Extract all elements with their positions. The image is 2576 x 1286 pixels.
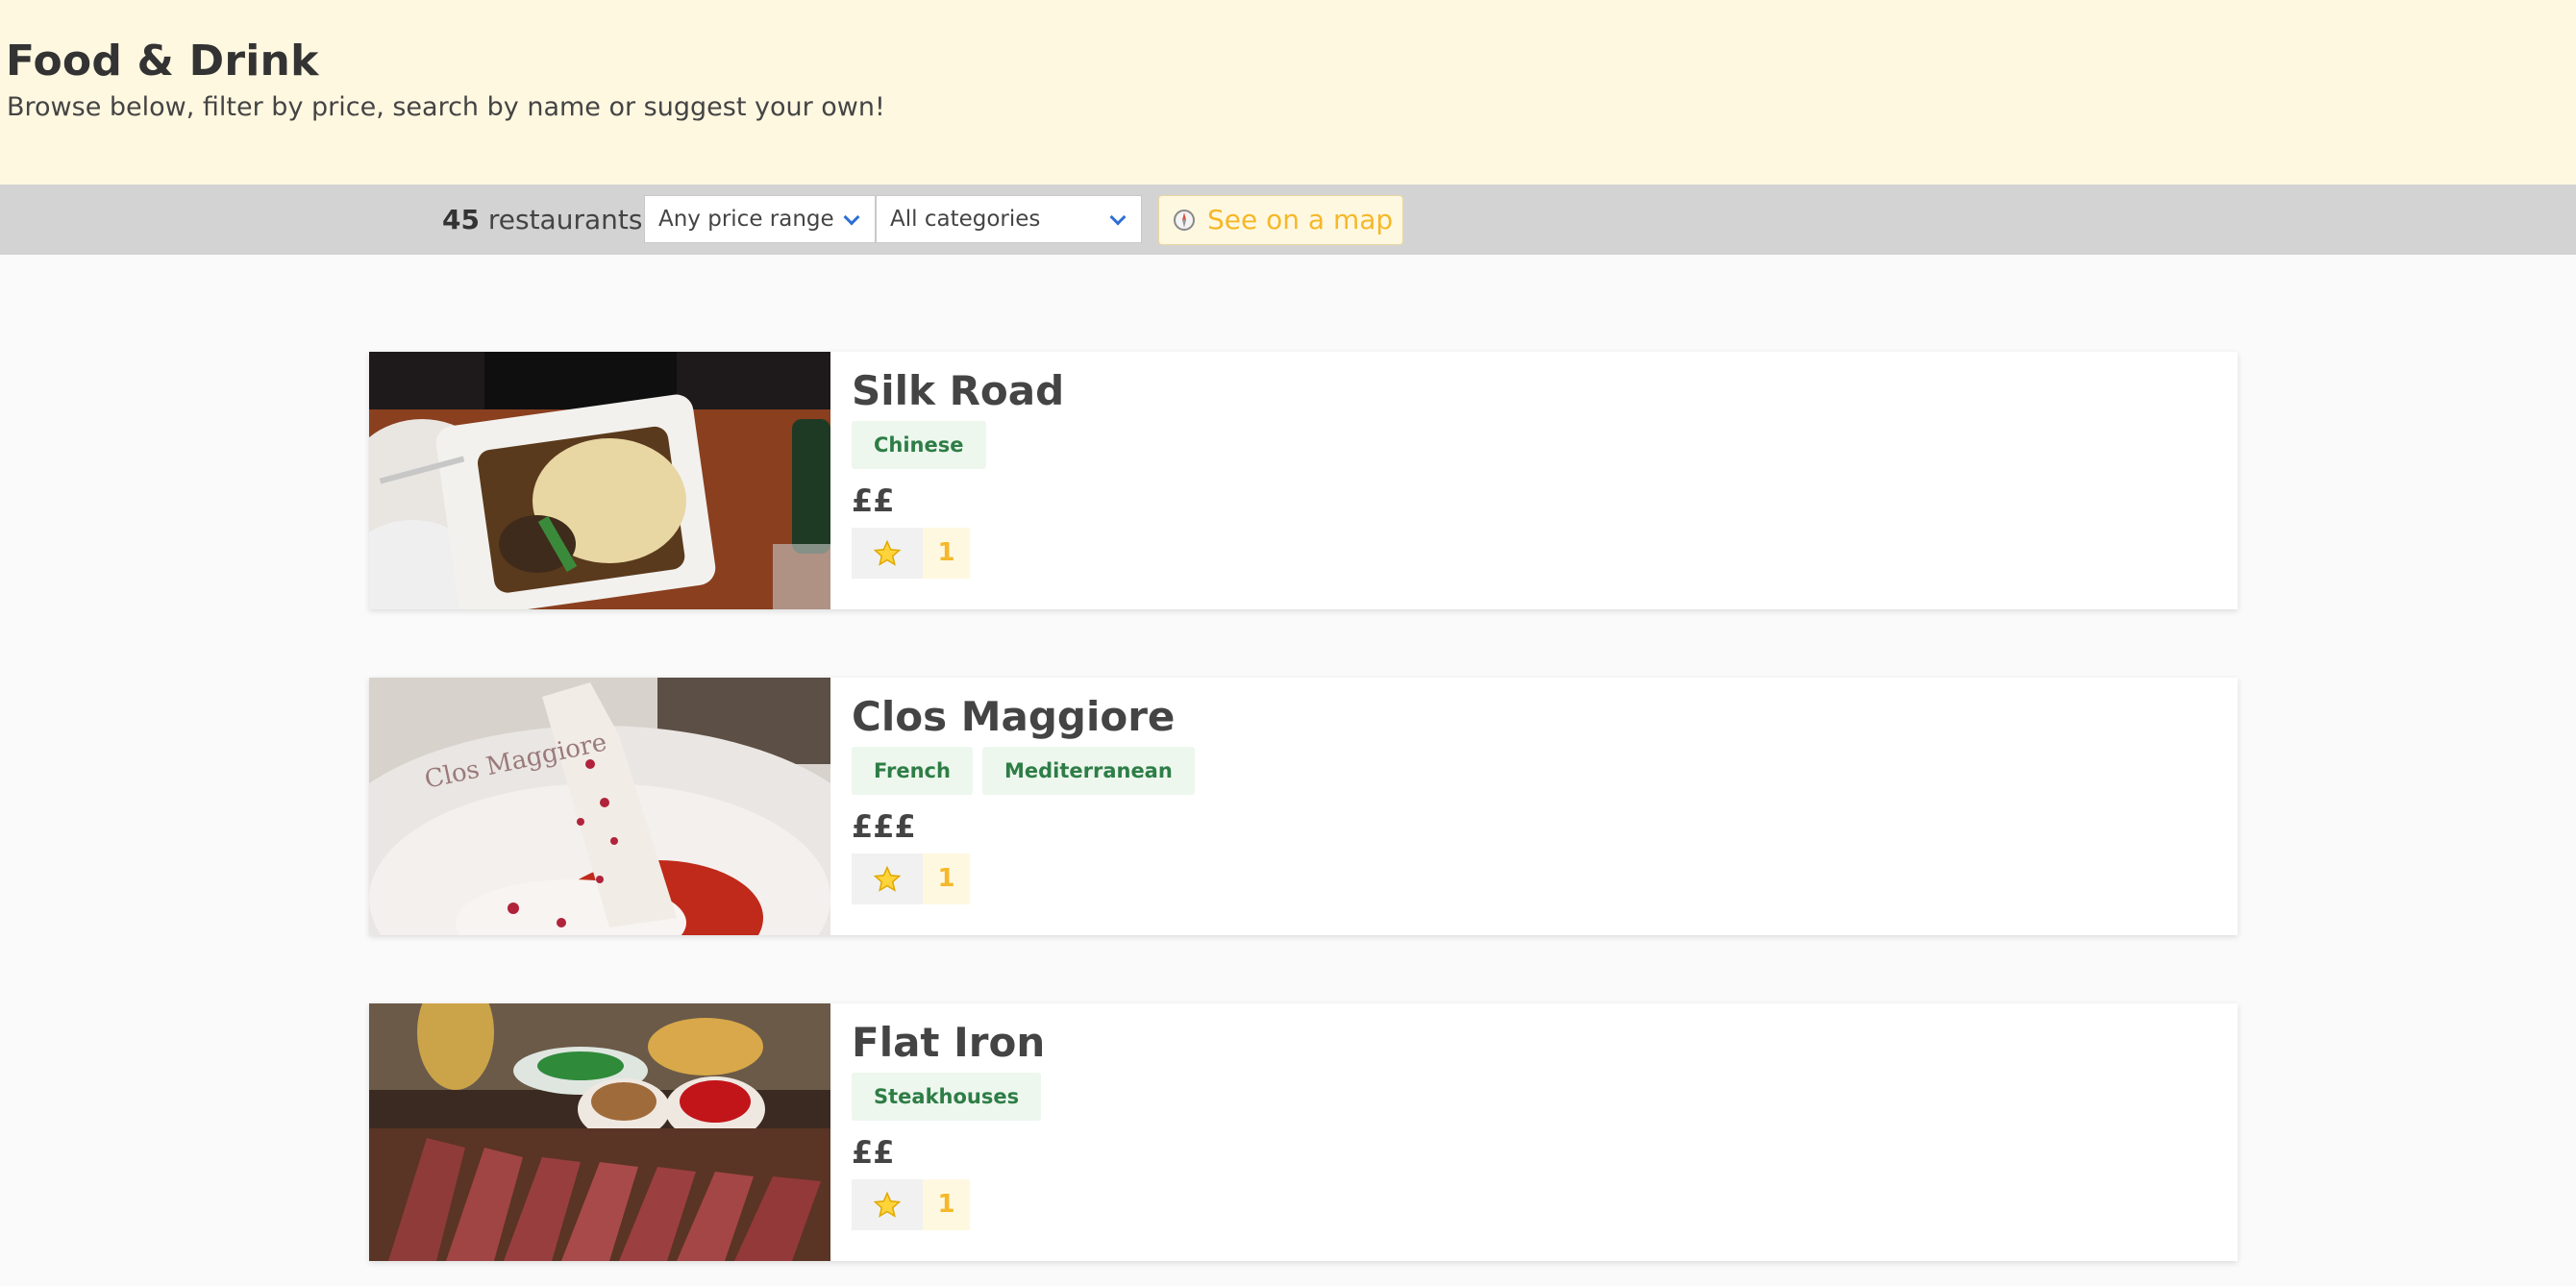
restaurant-photo	[369, 352, 830, 609]
restaurant-count: 45 restaurants	[442, 204, 642, 235]
category-tag[interactable]: French	[852, 747, 973, 795]
restaurant-photo	[369, 1003, 830, 1261]
category-tag[interactable]: Chinese	[852, 421, 986, 469]
category-value: All categories	[890, 207, 1041, 232]
rating-count: 1	[923, 528, 970, 579]
restaurant-photo: Clos Maggiore	[369, 678, 830, 935]
chevron-down-icon	[1109, 209, 1127, 226]
tag-list: French Mediterranean	[852, 747, 1195, 795]
rating-badge[interactable]: 1	[852, 853, 970, 904]
tag-list: Steakhouses	[852, 1073, 1042, 1121]
restaurant-name[interactable]: Clos Maggiore	[852, 693, 1175, 740]
rating-badge[interactable]: 1	[852, 528, 970, 579]
category-tag[interactable]: Mediterranean	[981, 747, 1195, 795]
restaurant-card[interactable]: Clos Maggiore Clos Maggiore French Medit…	[369, 678, 2238, 935]
chevron-down-icon	[843, 209, 860, 226]
page-subtitle: Browse below, filter by price, search by…	[7, 92, 885, 122]
restaurant-name[interactable]: Flat Iron	[852, 1019, 1045, 1066]
see-on-map-button[interactable]: See on a map	[1158, 195, 1403, 245]
star-icon	[852, 853, 923, 904]
price-range-value: Any price range	[658, 207, 834, 232]
restaurant-count-label: restaurants	[479, 204, 643, 235]
price-level: ££	[852, 1134, 895, 1171]
star-icon	[852, 1179, 923, 1230]
category-tag[interactable]: Steakhouses	[852, 1073, 1042, 1121]
tag-list: Chinese	[852, 421, 986, 469]
price-range-select[interactable]: Any price range	[644, 195, 876, 243]
rating-count: 1	[923, 1179, 970, 1230]
price-level: £££	[852, 808, 916, 845]
price-level: ££	[852, 482, 895, 519]
page-title: Food & Drink	[6, 37, 319, 86]
rating-count: 1	[923, 853, 970, 904]
filter-bar: 45 restaurants Any price range All categ…	[0, 185, 2576, 255]
restaurant-card[interactable]: Silk Road Chinese ££ 1	[369, 352, 2238, 609]
compass-icon	[1174, 210, 1195, 231]
category-select[interactable]: All categories	[876, 195, 1142, 243]
restaurant-card[interactable]: Flat Iron Steakhouses ££ 1	[369, 1003, 2238, 1261]
rating-badge[interactable]: 1	[852, 1179, 970, 1230]
restaurant-count-number: 45	[442, 204, 480, 235]
see-on-map-label: See on a map	[1207, 204, 1394, 235]
restaurant-name[interactable]: Silk Road	[852, 367, 1064, 414]
star-icon	[852, 528, 923, 579]
page-header: Food & Drink Browse below, filter by pri…	[0, 0, 2576, 185]
